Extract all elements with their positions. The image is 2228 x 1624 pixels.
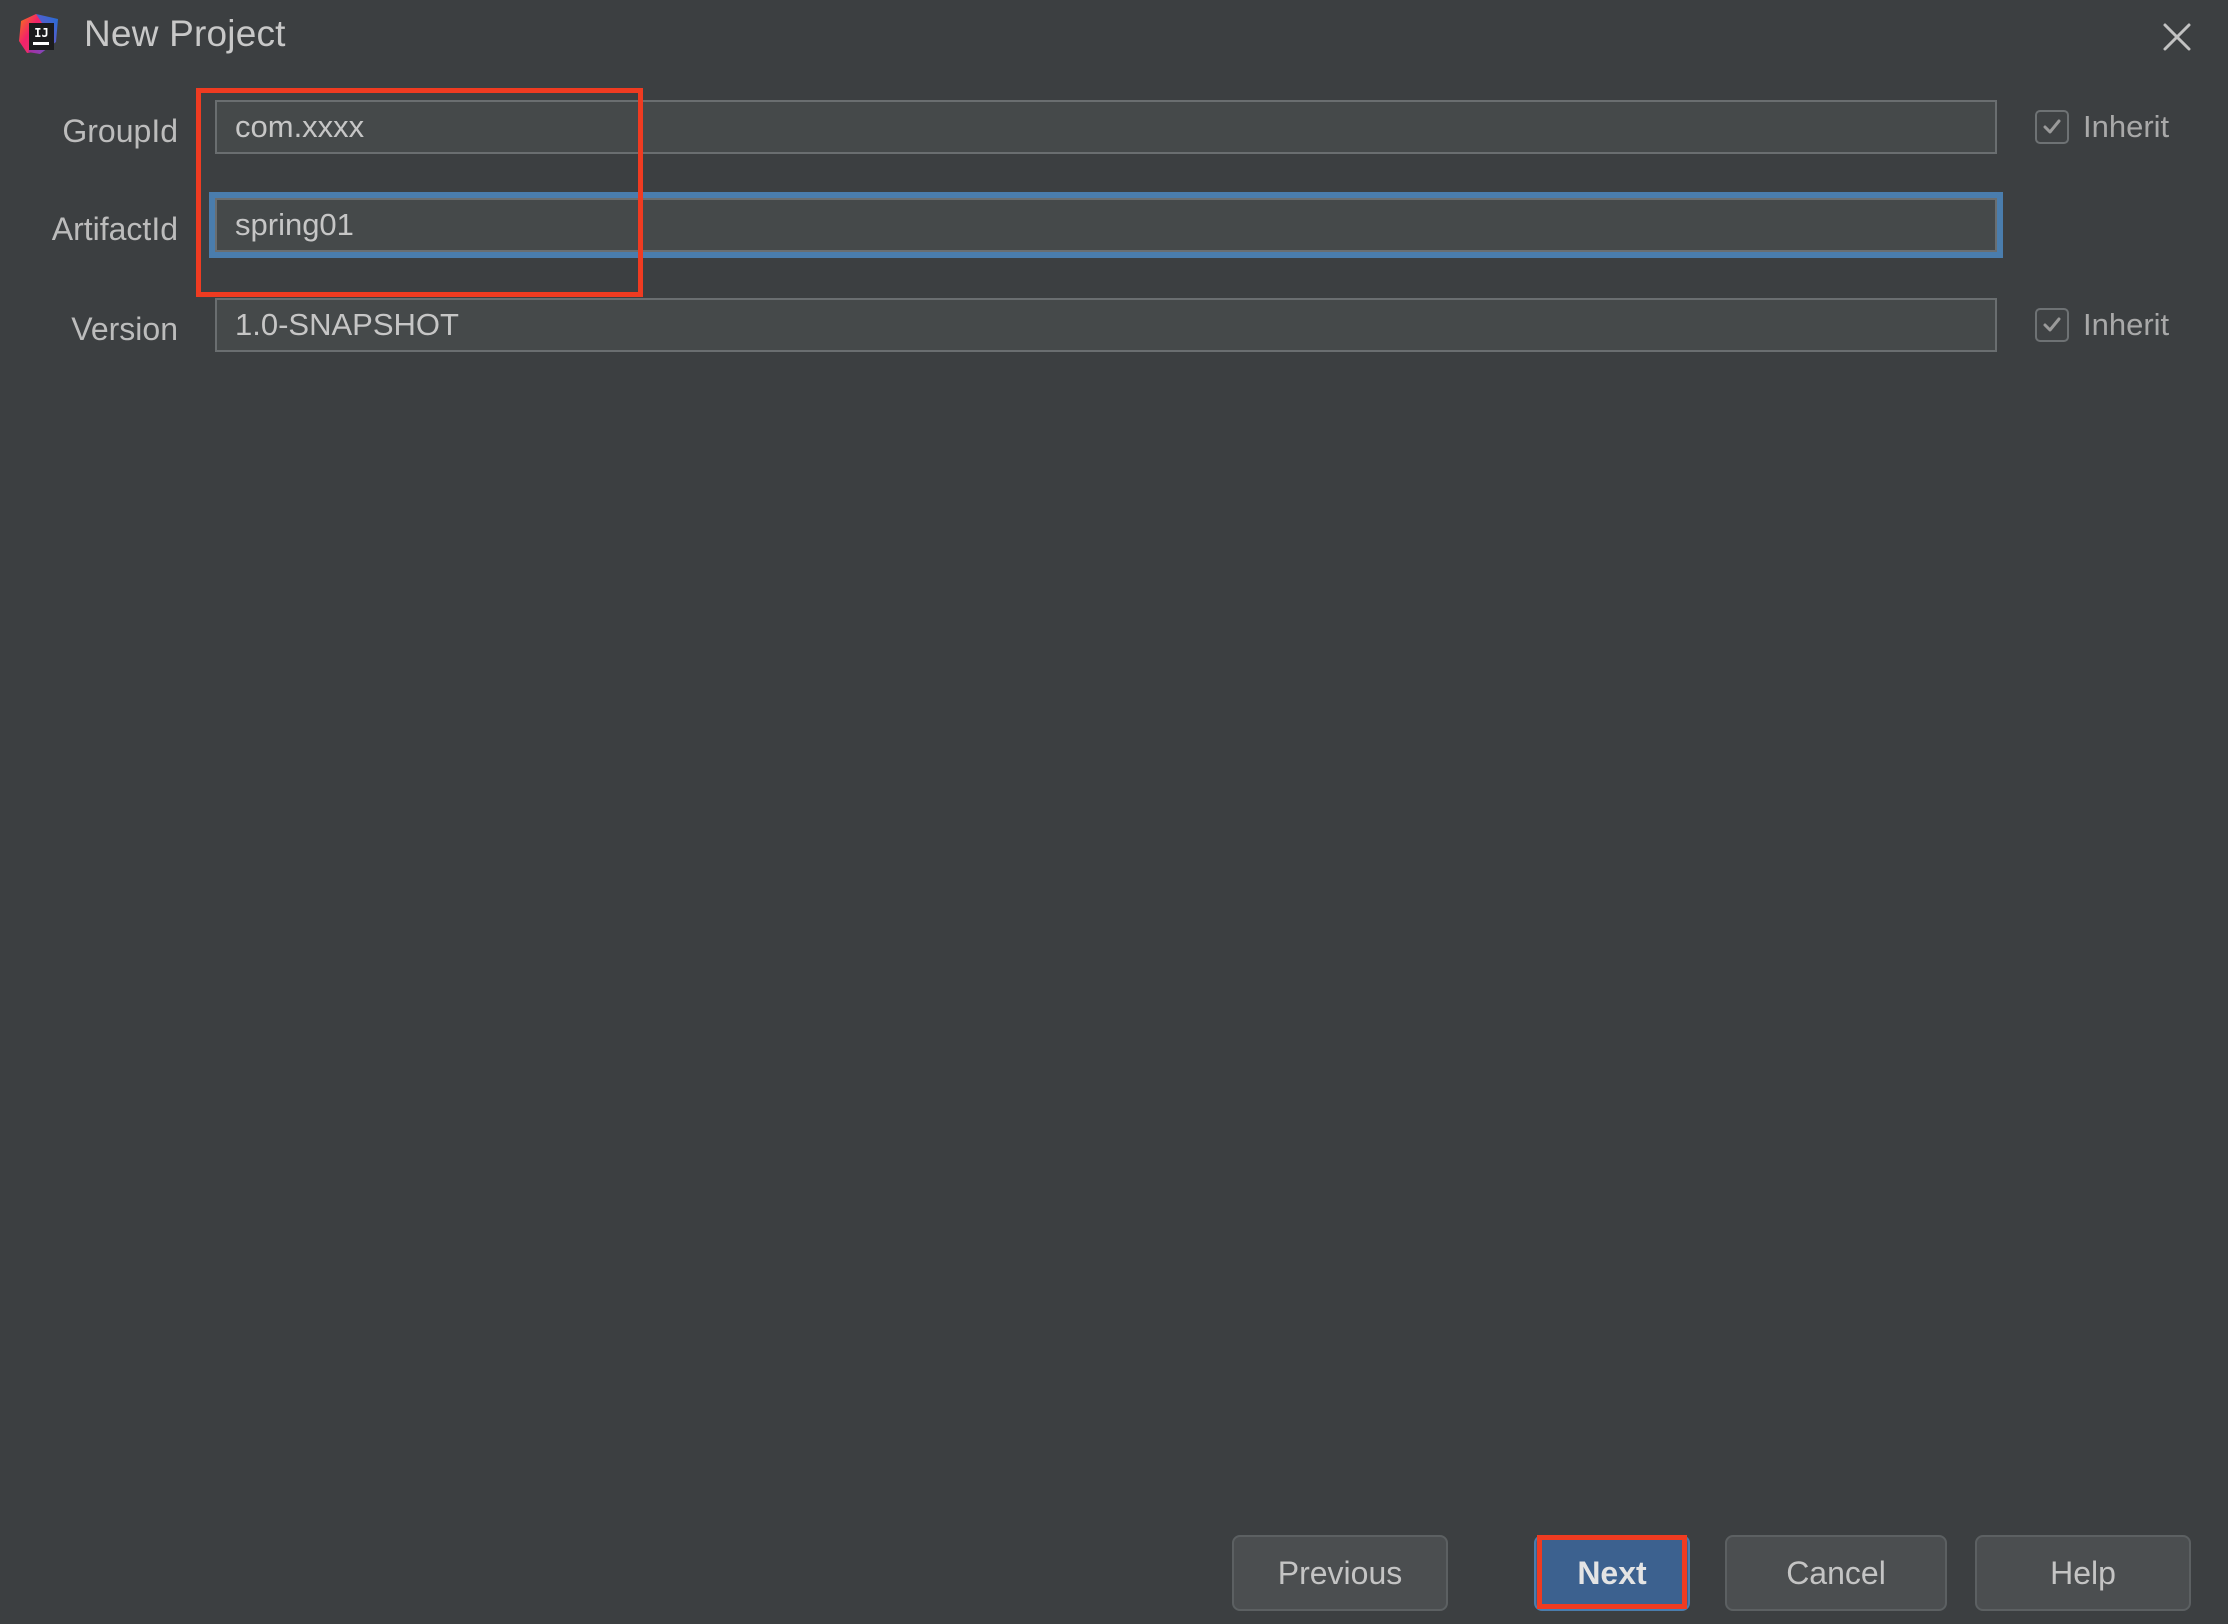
previous-button[interactable]: Previous (1232, 1535, 1448, 1611)
intellij-idea-logo-icon: IJ (16, 11, 62, 57)
form-row-artifactid: ArtifactId spring01 (0, 198, 2228, 296)
form-row-groupid: GroupId com.xxxx Inherit (0, 100, 2228, 198)
groupid-label: GroupId (0, 108, 178, 154)
dialog-titlebar: IJ New Project (0, 0, 2228, 78)
dialog-button-bar: Previous Next Cancel Help (0, 1530, 2228, 1624)
checkmark-icon (2035, 110, 2069, 144)
groupid-inherit-checkbox[interactable]: Inherit (2035, 101, 2169, 153)
version-inherit-checkbox[interactable]: Inherit (2035, 299, 2169, 351)
help-button[interactable]: Help (1975, 1535, 2191, 1611)
artifactid-input[interactable]: spring01 (215, 198, 1997, 252)
groupid-inherit-label: Inherit (2083, 107, 2169, 147)
close-icon[interactable] (2144, 6, 2210, 68)
svg-text:IJ: IJ (34, 26, 48, 40)
groupid-input[interactable]: com.xxxx (215, 100, 1997, 154)
cancel-button[interactable]: Cancel (1725, 1535, 1947, 1611)
dialog-title: New Project (84, 10, 286, 58)
next-button[interactable]: Next (1534, 1535, 1690, 1611)
form-row-version: Version 1.0-SNAPSHOT Inherit (0, 298, 2228, 396)
version-input[interactable]: 1.0-SNAPSHOT (215, 298, 1997, 352)
checkmark-icon (2035, 308, 2069, 342)
artifactid-label: ArtifactId (0, 206, 178, 252)
version-inherit-label: Inherit (2083, 305, 2169, 345)
version-label: Version (0, 306, 178, 352)
